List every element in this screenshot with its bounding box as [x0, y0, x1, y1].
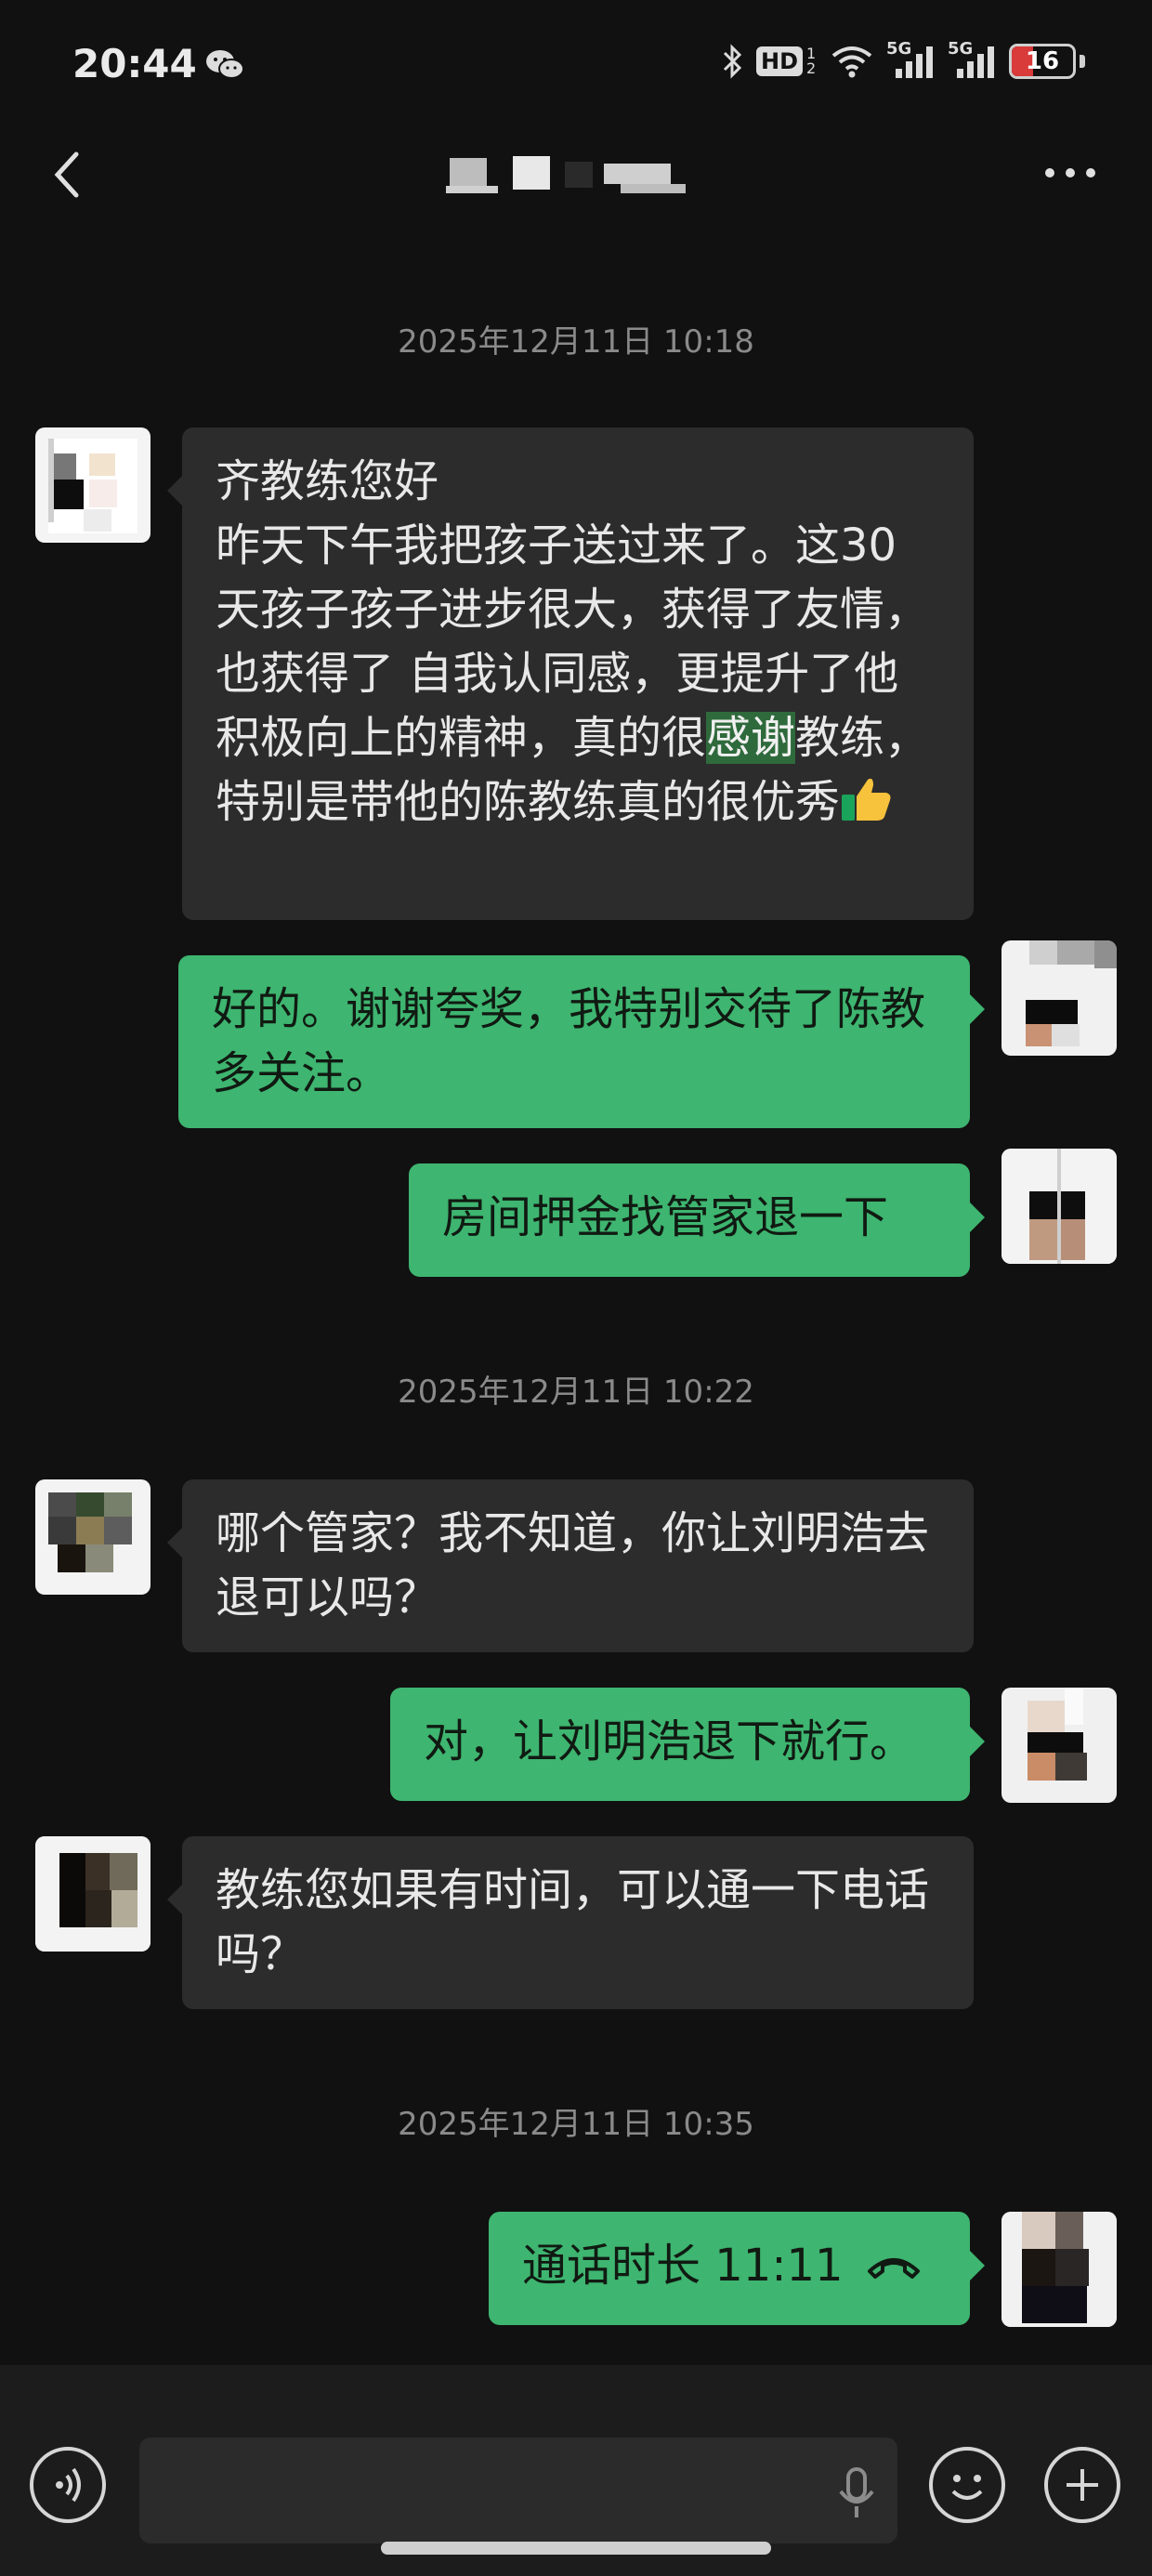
- status-time: 20:44: [72, 41, 197, 86]
- battery-level: 16: [1025, 47, 1060, 75]
- signal-5g-icon: 5G: [948, 39, 996, 80]
- message-bubble-outgoing[interactable]: 好的。谢谢夸奖，我特别交待了陈教多关注。: [178, 955, 985, 1128]
- battery-icon: 16: [1009, 44, 1076, 79]
- avatar[interactable]: [1001, 940, 1117, 1056]
- voice-toggle-icon[interactable]: [30, 2447, 106, 2523]
- wechat-icon: [206, 50, 244, 79]
- message-text: 房间押金找管家退一下: [442, 1191, 889, 1243]
- message-text: 教练您如果有时间，可以通一下电话吗？: [216, 1864, 930, 1980]
- avatar[interactable]: [1001, 1688, 1117, 1803]
- home-indicator[interactable]: [381, 2542, 771, 2555]
- message-bubble-outgoing[interactable]: 对，让刘明浩退下就行。: [390, 1688, 985, 1801]
- battery-tip: [1080, 55, 1085, 68]
- message-text: 对，让刘明浩退下就行。: [424, 1715, 915, 1768]
- more-dots-icon[interactable]: [1042, 164, 1098, 182]
- chat-title-redacted: [446, 156, 686, 193]
- wifi-icon: [831, 46, 872, 78]
- message-text: 哪个管家？我不知道，你让刘明浩去退可以吗？: [216, 1507, 930, 1623]
- message-highlight: 感谢: [706, 712, 796, 764]
- message-input[interactable]: [139, 2438, 897, 2543]
- chevron-left-icon[interactable]: [45, 147, 91, 203]
- message-bubble-incoming[interactable]: 教练您如果有时间，可以通一下电话吗？: [167, 1836, 974, 2009]
- hangup-phone-icon: [867, 2258, 920, 2279]
- avatar[interactable]: [35, 1479, 151, 1595]
- message-bubble-outgoing[interactable]: 房间押金找管家退一下: [409, 1163, 985, 1277]
- timestamp: 2025年12月11日 10:22: [398, 1373, 754, 1411]
- chat-header: [0, 130, 1152, 223]
- message-bubble-incoming[interactable]: 哪个管家？我不知道，你让刘明浩去退可以吗？: [167, 1479, 974, 1652]
- timestamp: 2025年12月11日 10:35: [398, 2106, 754, 2143]
- timestamp: 2025年12月11日 10:18: [398, 323, 754, 361]
- bluetooth-icon: [723, 44, 742, 79]
- status-bar: 20:44 HD 1 2 5G 5G 16: [0, 0, 1152, 139]
- signal-5g-icon: 5G: [886, 39, 935, 80]
- message-bubble-incoming[interactable]: 齐教练您好 昨天下午我把孩子送过来了。这30天孩子孩子进步很大，获得了友情，也获…: [167, 427, 974, 920]
- avatar[interactable]: [1001, 1149, 1117, 1264]
- avatar[interactable]: [1001, 2212, 1117, 2327]
- call-duration-bubble[interactable]: 通话时长 11:11: [489, 2212, 985, 2325]
- message-text: 好的。谢谢夸奖，我特别交待了陈教多关注。: [212, 983, 926, 1099]
- hd-sub-label: 1 2: [806, 45, 817, 77]
- hd-icon: HD: [755, 46, 803, 76]
- message-text: 通话时长 11:11: [522, 2240, 844, 2292]
- plus-icon[interactable]: [1044, 2447, 1120, 2523]
- avatar[interactable]: [35, 427, 151, 543]
- mic-icon[interactable]: [836, 2465, 877, 2521]
- avatar[interactable]: [35, 1836, 151, 1952]
- emoji-icon[interactable]: [929, 2447, 1005, 2523]
- thumbs-up-icon: [842, 778, 891, 821]
